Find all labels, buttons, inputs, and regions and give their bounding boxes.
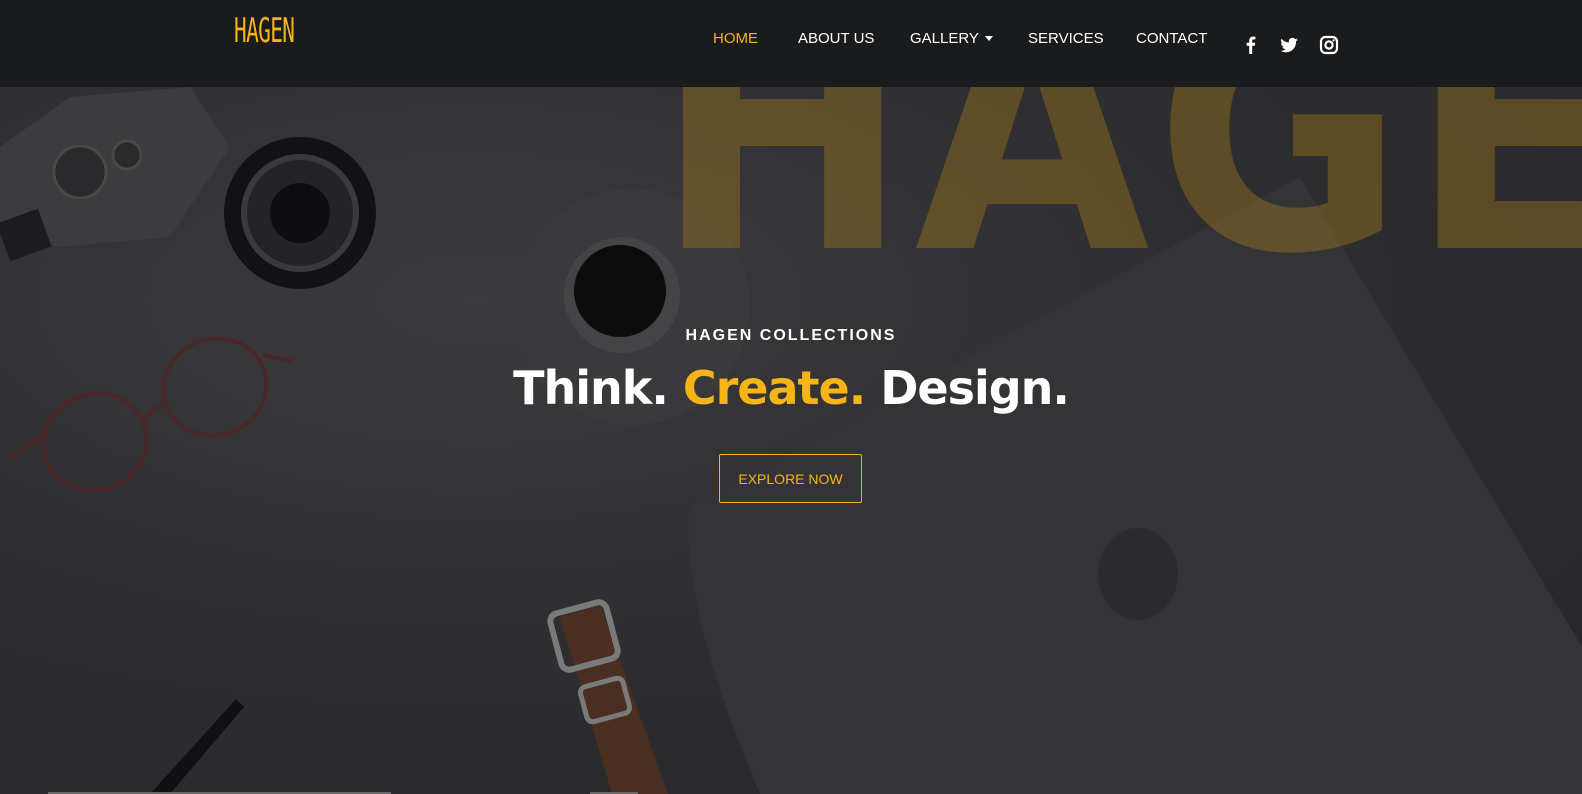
nav-link-about-us[interactable]: ABOUT US: [798, 30, 874, 47]
twitter-icon[interactable]: [1279, 35, 1299, 55]
nav-link-gallery-label: GALLERY: [910, 30, 979, 47]
hero-watermark-text: HAGEN: [655, 87, 1582, 326]
hero-title: Think. Create. Design.: [0, 361, 1582, 415]
hero-title-create: Create.: [682, 361, 866, 415]
hero-title-design: Design.: [880, 361, 1070, 415]
explore-now-button[interactable]: EXPLORE NOW: [719, 454, 862, 503]
nav-link-contact[interactable]: CONTACT: [1136, 30, 1207, 47]
hero-title-think: Think.: [513, 361, 669, 415]
nav-link-gallery[interactable]: GALLERY: [910, 30, 993, 47]
hero-subtitle: HAGEN COLLECTIONS: [685, 327, 897, 344]
nav-link-services[interactable]: SERVICES: [1028, 30, 1104, 47]
instagram-icon[interactable]: [1319, 35, 1339, 55]
nav-link-home[interactable]: HOME: [713, 30, 758, 47]
facebook-icon[interactable]: [1241, 35, 1261, 55]
chevron-down-icon: [984, 36, 993, 41]
navbar: HAGEN HOME ABOUT US GALLERY SERVICES CON…: [0, 0, 1582, 87]
brand-logo[interactable]: HAGEN: [234, 10, 295, 52]
hero-section: HAGEN HAGEN COLLECTIONS Think. Create. D…: [0, 87, 1582, 794]
